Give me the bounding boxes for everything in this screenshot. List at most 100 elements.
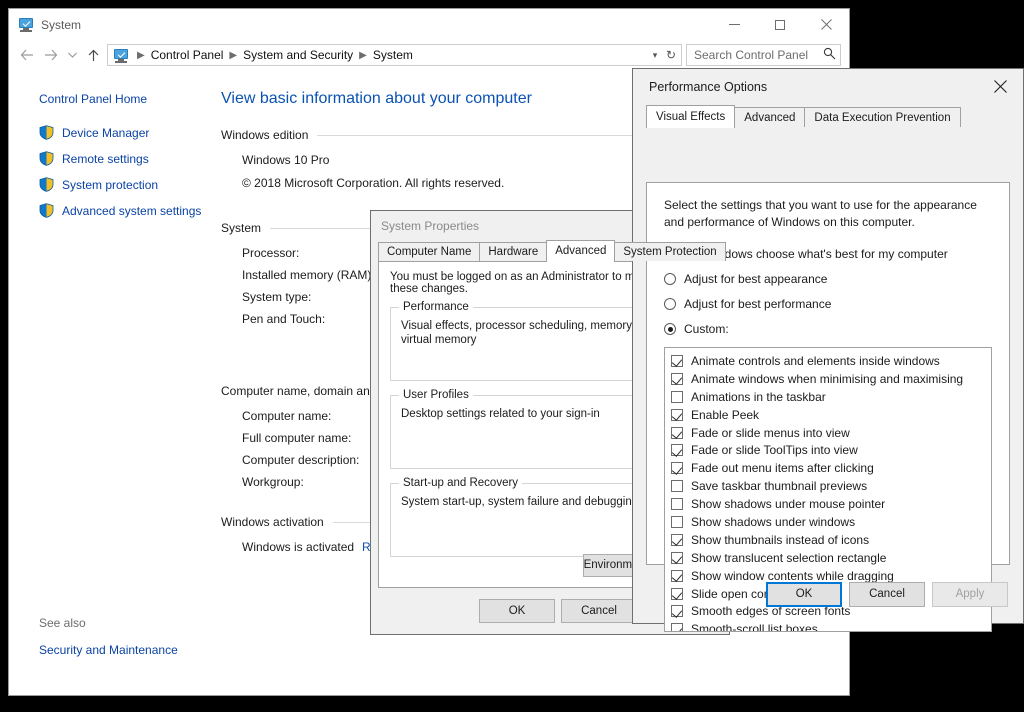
shield-icon bbox=[39, 151, 54, 166]
checkbox-icon[interactable] bbox=[671, 390, 683, 403]
list-item[interactable]: Animations in the taskbar bbox=[671, 388, 991, 406]
list-item[interactable]: Fade out menu items after clicking bbox=[671, 459, 991, 477]
refresh-button[interactable]: ↻ bbox=[664, 48, 678, 62]
tab-hardware[interactable]: Hardware bbox=[479, 242, 548, 261]
up-button[interactable] bbox=[81, 44, 105, 66]
list-item[interactable]: Fade or slide ToolTips into view bbox=[671, 441, 991, 459]
radio-custom[interactable]: Custom: bbox=[664, 322, 992, 336]
radio-icon bbox=[664, 298, 676, 310]
cancel-button[interactable]: Cancel bbox=[849, 581, 925, 607]
performance-options-tabs: Visual Effects Advanced Data Execution P… bbox=[633, 105, 1023, 128]
panel-instructions: Select the settings that you want to use… bbox=[664, 198, 977, 229]
section-title: Windows activation bbox=[221, 515, 324, 529]
maximize-button[interactable] bbox=[757, 9, 803, 40]
breadcrumb[interactable]: ▶ Control Panel ▶ System and Security ▶ … bbox=[107, 44, 682, 66]
radio-label: Adjust for best appearance bbox=[684, 272, 828, 286]
breadcrumb-separator: ▶ bbox=[137, 49, 145, 61]
status-badge: Windows is activated bbox=[242, 540, 355, 554]
list-item[interactable]: Save taskbar thumbnail previews bbox=[671, 477, 991, 495]
list-item[interactable]: Fade or slide menus into view bbox=[671, 424, 991, 442]
tab-advanced[interactable]: Advanced bbox=[546, 240, 616, 262]
sidebar-item-advanced-system-settings[interactable]: Advanced system settings bbox=[39, 203, 211, 218]
radio-best-appearance[interactable]: Adjust for best appearance bbox=[664, 272, 992, 286]
checkbox-icon[interactable] bbox=[671, 372, 683, 385]
radio-best-performance[interactable]: Adjust for best performance bbox=[664, 297, 992, 311]
breadcrumb-system-icon bbox=[113, 48, 128, 63]
checkbox-icon[interactable] bbox=[671, 551, 683, 564]
tab-data-execution-prevention[interactable]: Data Execution Prevention bbox=[804, 107, 961, 127]
list-item[interactable]: Animate windows when minimising and maxi… bbox=[671, 370, 991, 388]
close-button[interactable] bbox=[977, 69, 1023, 103]
up-arrow-icon bbox=[88, 49, 98, 61]
radio-icon bbox=[664, 273, 676, 285]
checkbox-icon[interactable] bbox=[671, 462, 683, 475]
performance-options-titlebar: Performance Options bbox=[633, 69, 1023, 105]
radio-icon-selected bbox=[664, 323, 676, 335]
list-item[interactable]: Show thumbnails instead of icons bbox=[671, 531, 991, 549]
see-also-link-security-and-maintenance[interactable]: Security and Maintenance bbox=[39, 643, 219, 657]
list-item[interactable]: Show translucent selection rectangle bbox=[671, 549, 991, 567]
breadcrumb-separator: ▶ bbox=[229, 49, 238, 61]
shield-icon bbox=[39, 203, 54, 218]
checkbox-icon[interactable] bbox=[671, 444, 683, 457]
sidebar-item-system-protection[interactable]: System protection bbox=[39, 177, 211, 192]
checkbox-label: Fade or slide menus into view bbox=[691, 425, 850, 440]
ok-button[interactable]: OK bbox=[766, 581, 842, 607]
search-icon bbox=[823, 47, 836, 63]
back-arrow-icon bbox=[20, 49, 33, 61]
list-item[interactable]: Enable Peek bbox=[671, 406, 991, 424]
window-title: System bbox=[41, 17, 82, 32]
performance-options-dialog: Performance Options Visual Effects Advan… bbox=[632, 68, 1024, 632]
screen: System ▶ Control Panel ▶ System and Secu… bbox=[0, 0, 1024, 712]
recent-locations-button[interactable] bbox=[63, 44, 81, 66]
checkbox-icon[interactable] bbox=[671, 480, 683, 493]
shield-icon bbox=[39, 177, 54, 192]
checkbox-label: Fade out menu items after clicking bbox=[691, 461, 874, 476]
performance-options-footer: OK Cancel Apply bbox=[633, 565, 1023, 623]
search-input[interactable]: Search Control Panel bbox=[686, 44, 841, 66]
section-title: Windows edition bbox=[221, 128, 309, 142]
tab-computer-name[interactable]: Computer Name bbox=[378, 242, 481, 261]
checkbox-label: Animate controls and elements inside win… bbox=[691, 353, 940, 368]
close-icon bbox=[993, 79, 1007, 93]
checkbox-icon[interactable] bbox=[671, 426, 683, 439]
back-button[interactable] bbox=[15, 44, 39, 66]
checkbox-label: Show translucent selection rectangle bbox=[691, 550, 887, 565]
checkbox-label: Smooth-scroll list boxes bbox=[691, 622, 818, 632]
list-item[interactable]: Show shadows under mouse pointer bbox=[671, 495, 991, 513]
group-title: Start-up and Recovery bbox=[399, 477, 523, 489]
cancel-button[interactable]: Cancel bbox=[561, 599, 637, 623]
breadcrumb-separator: ▶ bbox=[359, 49, 367, 61]
tab-advanced[interactable]: Advanced bbox=[734, 107, 806, 127]
address-dropdown-button[interactable]: ▾ bbox=[648, 50, 662, 61]
checkbox-icon[interactable] bbox=[671, 354, 683, 367]
checkbox-icon[interactable] bbox=[671, 408, 683, 421]
sidebar-item-remote-settings[interactable]: Remote settings bbox=[39, 151, 211, 166]
checkbox-label: Save taskbar thumbnail previews bbox=[691, 479, 868, 494]
list-item[interactable]: Show shadows under windows bbox=[671, 513, 991, 531]
checkbox-label: Show thumbnails instead of icons bbox=[691, 532, 870, 547]
sidebar-item-device-manager[interactable]: Device Manager bbox=[39, 125, 211, 140]
tab-system-protection[interactable]: System Protection bbox=[614, 242, 726, 261]
close-button[interactable] bbox=[803, 9, 849, 40]
list-item[interactable]: Animate controls and elements inside win… bbox=[671, 352, 991, 370]
control-panel-titlebar: System bbox=[9, 9, 849, 40]
forward-button[interactable] bbox=[39, 44, 63, 66]
dialog-title: System Properties bbox=[381, 218, 480, 233]
apply-button[interactable]: Apply bbox=[932, 581, 1008, 607]
checkbox-icon[interactable] bbox=[671, 498, 683, 511]
breadcrumb-item-control-panel[interactable]: Control Panel bbox=[150, 48, 225, 62]
breadcrumb-item-system[interactable]: System bbox=[372, 48, 414, 62]
ok-button[interactable]: OK bbox=[479, 599, 555, 623]
checkbox-icon[interactable] bbox=[671, 623, 683, 631]
section-title: System bbox=[221, 221, 262, 235]
tab-visual-effects[interactable]: Visual Effects bbox=[646, 105, 736, 128]
shield-icon bbox=[39, 125, 54, 140]
radio-label: Custom: bbox=[684, 322, 729, 336]
sidebar-item-control-panel-home[interactable]: Control Panel Home bbox=[39, 92, 211, 106]
checkbox-icon[interactable] bbox=[671, 533, 683, 546]
minimize-button[interactable] bbox=[711, 9, 757, 40]
dialog-title: Performance Options bbox=[649, 80, 768, 94]
breadcrumb-item-system-and-security[interactable]: System and Security bbox=[242, 48, 354, 62]
checkbox-icon[interactable] bbox=[671, 515, 683, 528]
